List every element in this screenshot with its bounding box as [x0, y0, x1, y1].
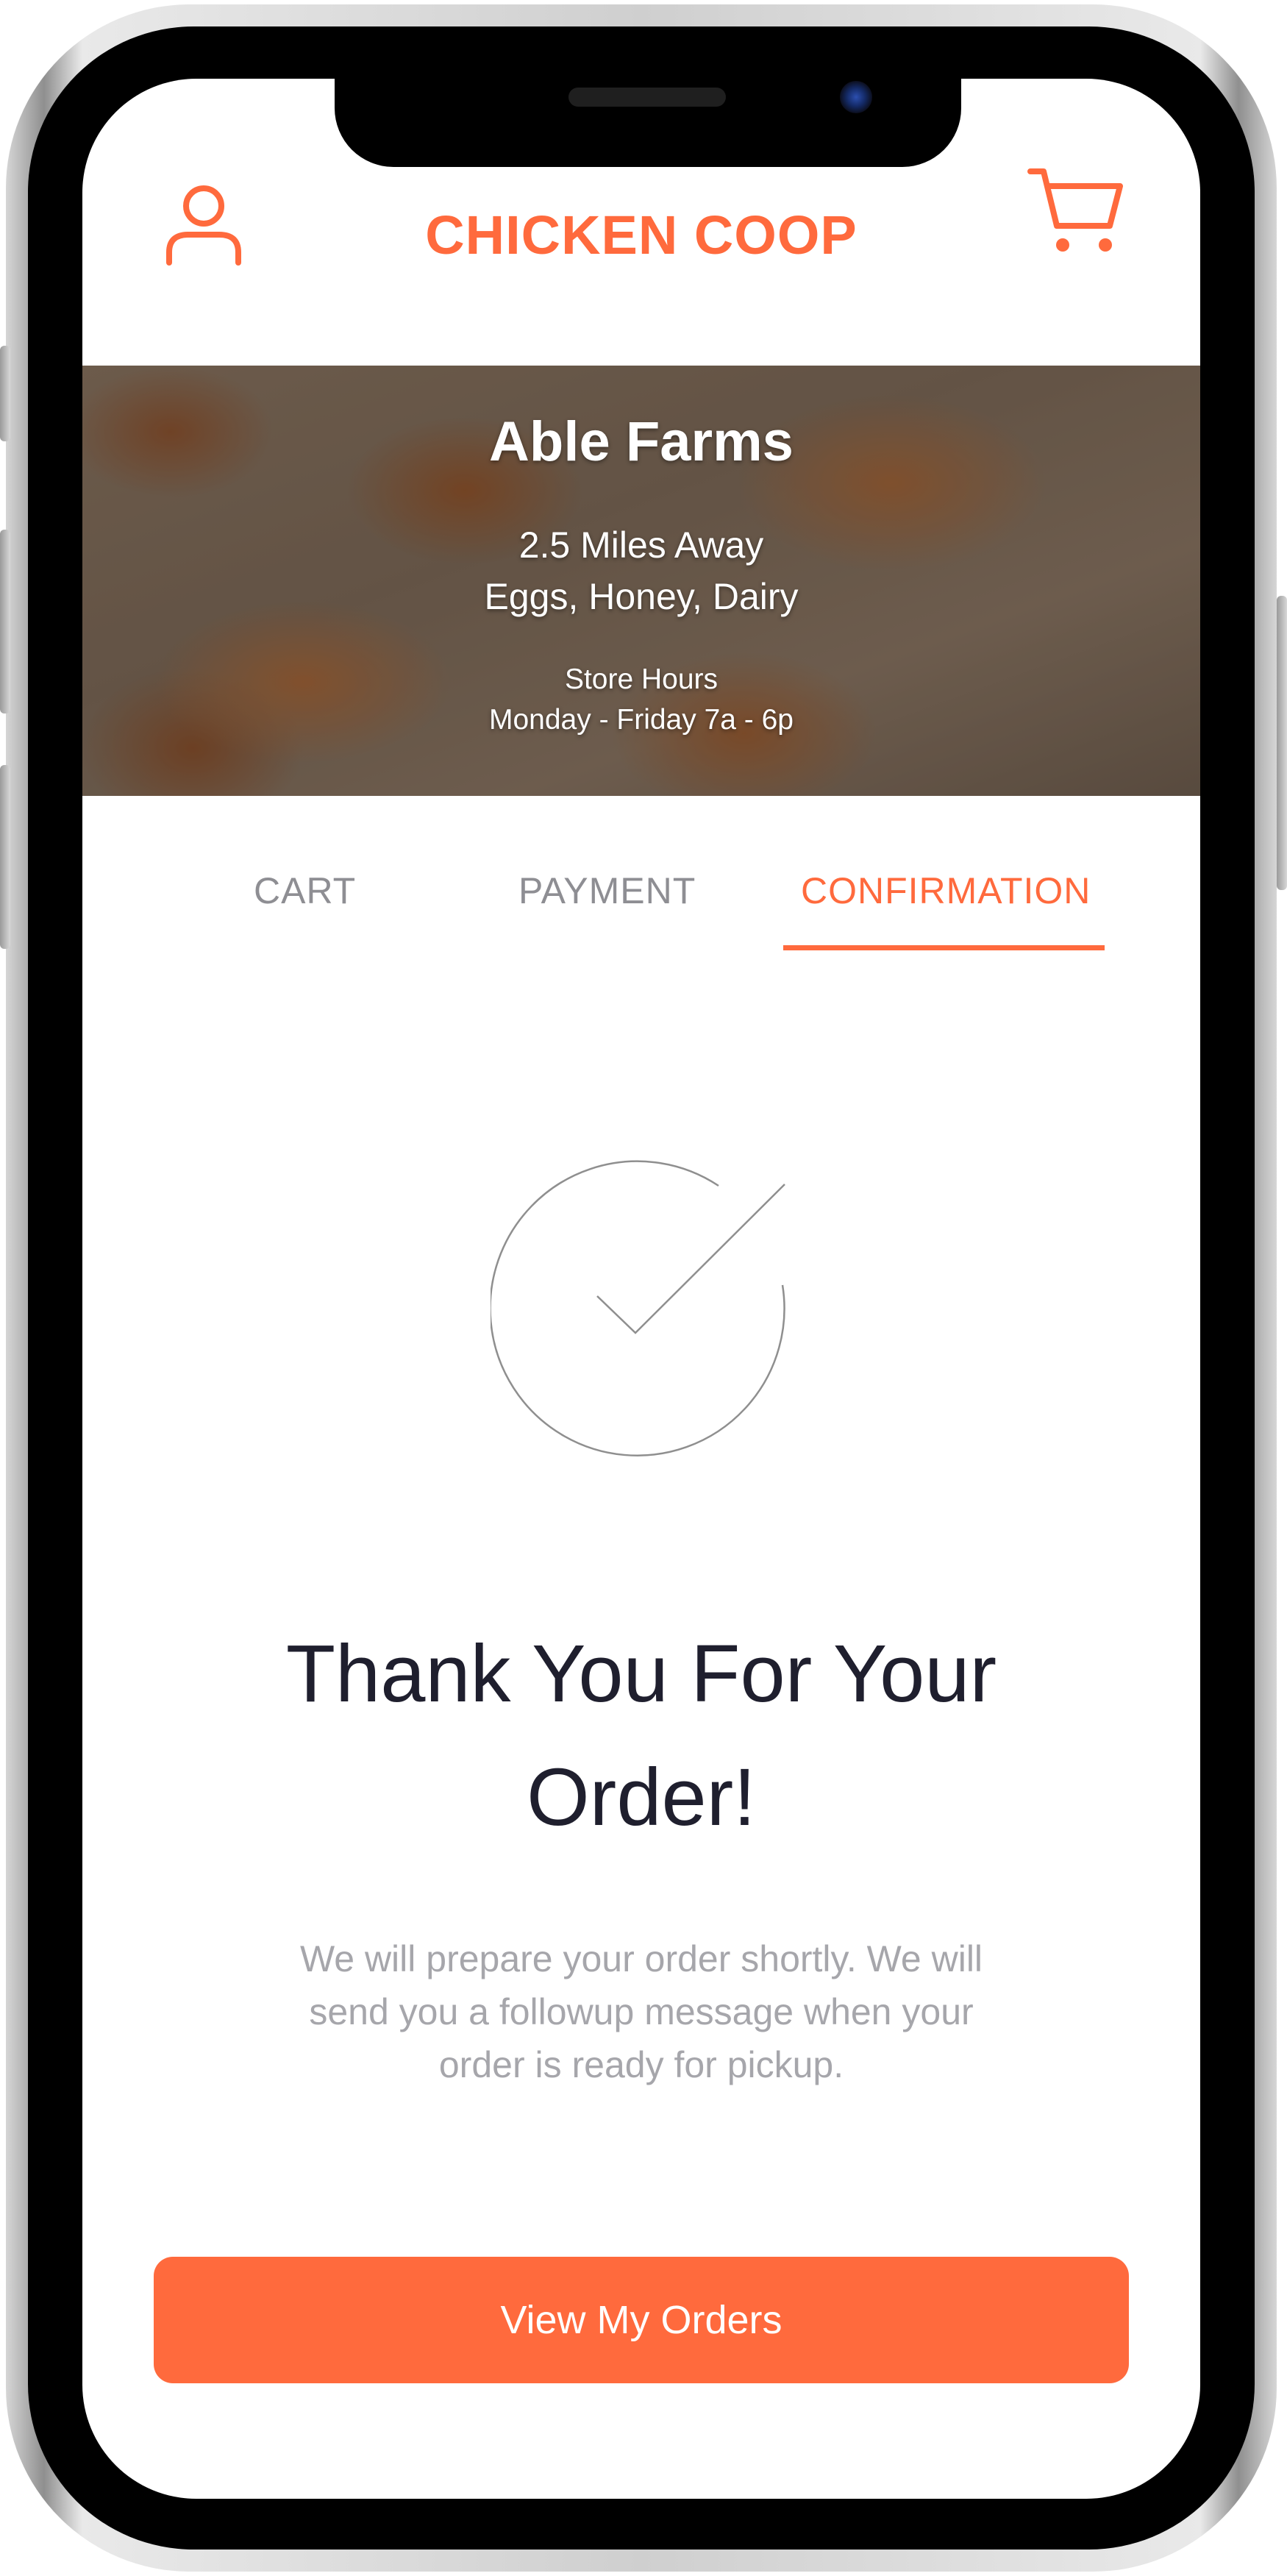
checkout-tabs: CART PAYMENT CONFIRMATION	[82, 796, 1200, 950]
confirmation-title-line-2: Order!	[527, 1752, 756, 1843]
app-header: CHICKEN COOP	[82, 79, 1200, 366]
store-banner: Able Farms 2.5 Miles Away Eggs, Honey, D…	[82, 366, 1200, 796]
tab-confirmation[interactable]: CONFIRMATION	[801, 869, 1091, 912]
tab-cart[interactable]: CART	[254, 869, 356, 912]
confirmation-message: We will prepare your order shortly. We w…	[299, 1938, 983, 2085]
confirmation-title-line-1: Thank You For Your	[285, 1629, 997, 1719]
store-hours: Monday - Friday 7a - 6p	[488, 704, 794, 736]
view-my-orders-button[interactable]: View My Orders	[154, 2257, 1129, 2383]
volume-up-button	[0, 530, 10, 714]
checkmark-circle-icon	[491, 1160, 785, 1456]
store-distance: 2.5 Miles Away	[518, 524, 764, 566]
store-name: Able Farms	[489, 410, 794, 473]
cart-icon	[1027, 168, 1123, 252]
tab-payment[interactable]: PAYMENT	[518, 869, 696, 912]
mute-switch	[0, 346, 10, 441]
power-button	[1277, 596, 1287, 890]
cart-button[interactable]	[1027, 166, 1127, 257]
confirmation-title: Thank You For Your Order!	[82, 1612, 1200, 1860]
store-hours-label: Store Hours	[564, 663, 719, 695]
volume-down-button	[0, 765, 10, 949]
active-tab-indicator	[783, 945, 1105, 950]
app-screen: CHICKEN COOP Able Farms 2.5 Miles Away E…	[82, 79, 1200, 2499]
store-products: Eggs, Honey, Dairy	[484, 576, 799, 617]
